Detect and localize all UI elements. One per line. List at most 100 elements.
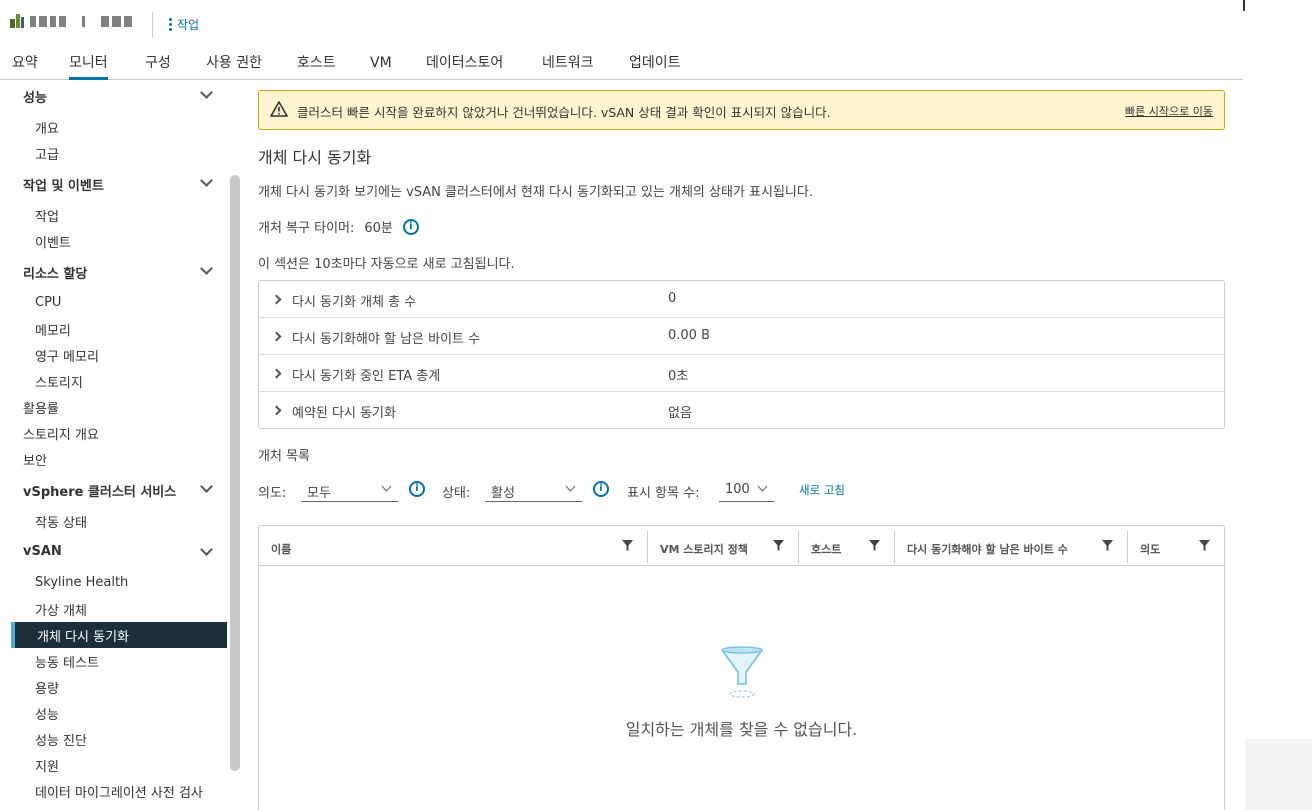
tab-hosts[interactable]: 호스트 bbox=[297, 54, 336, 80]
summary-value: 0초 bbox=[668, 369, 689, 384]
main-content: 클러스터 빠른 시작을 완료하지 않았거나 건너뛰었습니다. vSAN 상태 결… bbox=[243, 81, 1243, 810]
column-host[interactable]: 호스트 bbox=[799, 526, 895, 566]
filter-icon[interactable] bbox=[1102, 540, 1113, 551]
chevron-right-icon bbox=[271, 405, 282, 416]
info-icon[interactable]: i bbox=[409, 481, 425, 497]
chevron-down-icon[interactable] bbox=[200, 543, 213, 556]
sidebar-section-vsan[interactable]: vSAN bbox=[23, 544, 62, 559]
sidebar-item-virtual-objects[interactable]: 가상 개체 bbox=[35, 600, 87, 619]
resync-summary-list: 다시 동기화 개체 총 수 0 다시 동기화해야 할 남은 바이트 수 0.00… bbox=[258, 280, 1225, 429]
chevron-down-icon[interactable] bbox=[200, 480, 213, 493]
info-icon[interactable]: i bbox=[593, 481, 609, 497]
datagrid-header: 이름 VM 스토리지 정책 호스트 다시 동기화해야 할 남은 바이트 수 의도 bbox=[259, 526, 1224, 566]
auto-refresh-note: 이 섹션은 10초마다 자동으로 새로 고침됩니다. bbox=[258, 257, 515, 272]
empty-funnel-icon bbox=[721, 646, 763, 698]
sidebar-section-resource-allocation[interactable]: 리소스 할당 bbox=[23, 263, 87, 282]
go-to-quickstart-link[interactable]: 빠른 시작으로 이동 bbox=[1125, 103, 1213, 119]
sidebar-item-persistent-memory[interactable]: 영구 메모리 bbox=[35, 346, 99, 365]
sidebar-section-performance[interactable]: 성능 bbox=[23, 87, 47, 106]
sidebar-item-utilization[interactable]: 활용률 bbox=[23, 398, 59, 417]
filter-icon[interactable] bbox=[869, 540, 880, 551]
sidebar-item-support[interactable]: 지원 bbox=[35, 756, 59, 775]
column-intent[interactable]: 의도 bbox=[1128, 526, 1224, 566]
header-divider bbox=[152, 12, 153, 38]
column-vm-storage-policy[interactable]: VM 스토리지 정책 bbox=[648, 526, 799, 566]
summary-value: 0.00 B bbox=[668, 328, 710, 343]
sidebar-item-resyncing-objects[interactable]: 개체 다시 동기화 bbox=[11, 622, 227, 648]
timer-value: 60분 bbox=[364, 221, 393, 236]
filter-bar: 의도: 모두 i 상태: 활성 i 표시 항목 수: 100 새로 고침 bbox=[258, 478, 1238, 504]
column-bytes-left[interactable]: 다시 동기화해야 할 남은 바이트 수 bbox=[895, 526, 1128, 566]
empty-message: 일치하는 개체를 찾을 수 없습니다. bbox=[625, 720, 858, 739]
summary-row-scheduled[interactable]: 예약된 다시 동기화 없음 bbox=[259, 392, 1224, 429]
right-panel-corner bbox=[1245, 739, 1312, 810]
object-header: 작업 bbox=[0, 0, 1243, 48]
status-value: 활성 bbox=[491, 486, 515, 501]
tab-monitor[interactable]: 모니터 bbox=[69, 54, 108, 80]
tab-datastores[interactable]: 데이터스토어 bbox=[426, 54, 503, 80]
column-header-label: 이름 bbox=[271, 543, 292, 556]
sidebar-scrollbar[interactable] bbox=[230, 175, 240, 771]
chevron-right-icon bbox=[271, 294, 282, 305]
column-header-label: 의도 bbox=[1140, 543, 1161, 556]
sidebar-item-security[interactable]: 보안 bbox=[23, 450, 47, 469]
chevron-down-icon[interactable] bbox=[200, 86, 213, 99]
summary-label: 다시 동기화 중인 ETA 총계 bbox=[292, 369, 441, 384]
column-header-label: 다시 동기화해야 할 남은 바이트 수 bbox=[907, 543, 1068, 556]
object-list-title: 개처 목록 bbox=[258, 449, 310, 464]
tab-configure[interactable]: 구성 bbox=[145, 54, 171, 80]
actions-label: 작업 bbox=[177, 18, 200, 32]
sidebar-item-storage[interactable]: 스토리지 bbox=[35, 372, 83, 391]
summary-row-eta[interactable]: 다시 동기화 중인 ETA 총계 0초 bbox=[259, 355, 1224, 392]
summary-row-total-objects[interactable]: 다시 동기화 개체 총 수 0 bbox=[259, 281, 1224, 318]
status-select[interactable]: 활성 bbox=[485, 478, 582, 502]
chevron-down-icon[interactable] bbox=[200, 174, 213, 187]
tab-updates[interactable]: 업데이트 bbox=[629, 54, 681, 80]
sidebar-item-storage-overview[interactable]: 스토리지 개요 bbox=[23, 424, 99, 443]
tab-vms[interactable]: VM bbox=[370, 54, 392, 80]
sidebar-item-cpu[interactable]: CPU bbox=[35, 295, 61, 310]
actions-menu-button[interactable]: 작업 bbox=[169, 16, 199, 33]
summary-row-bytes-left[interactable]: 다시 동기화해야 할 남은 바이트 수 0.00 B bbox=[259, 318, 1224, 355]
sidebar-item-proactive-tests[interactable]: 능동 테스트 bbox=[35, 652, 99, 671]
tab-networks[interactable]: 네트워크 bbox=[542, 54, 594, 80]
sidebar-section-vsphere-cluster-services[interactable]: vSphere 클러스터 서비스 bbox=[23, 481, 176, 500]
chevron-down-icon bbox=[757, 481, 768, 492]
tab-summary[interactable]: 요약 bbox=[12, 54, 38, 80]
summary-label: 다시 동기화해야 할 남은 바이트 수 bbox=[292, 332, 481, 347]
page-title: 개체 다시 동기화 bbox=[258, 148, 372, 167]
alert-message: 클러스터 빠른 시작을 완료하지 않았거나 건너뛰었습니다. vSAN 상태 결… bbox=[297, 105, 831, 120]
sidebar-item-overview[interactable]: 개요 bbox=[35, 118, 59, 137]
sidebar-item-health[interactable]: 작동 상태 bbox=[35, 512, 87, 531]
column-header-label: 호스트 bbox=[811, 543, 842, 556]
timer-label: 개처 복구 타이머: bbox=[258, 221, 355, 236]
page-size-value: 100 bbox=[725, 482, 750, 497]
tab-permissions[interactable]: 사용 권한 bbox=[206, 54, 262, 80]
sidebar-item-performance[interactable]: 성능 bbox=[35, 704, 59, 723]
filter-icon[interactable] bbox=[1199, 540, 1210, 551]
info-icon[interactable]: i bbox=[402, 218, 419, 235]
monitor-sidebar: 성능 개요 고급 작업 및 이벤트 작업 이벤트 리소스 할당 CPU 메모리 … bbox=[0, 81, 243, 810]
tab-bar: 요약 모니터 구성 사용 권한 호스트 VM 데이터스토어 네트워크 업데이트 bbox=[0, 48, 1243, 80]
chevron-down-icon[interactable] bbox=[200, 262, 213, 275]
filter-icon[interactable] bbox=[622, 540, 633, 551]
object-name-redacted bbox=[30, 14, 132, 28]
column-name[interactable]: 이름 bbox=[259, 526, 648, 566]
intent-select[interactable]: 모두 bbox=[301, 478, 398, 502]
sidebar-item-performance-diagnostics[interactable]: 성능 진단 bbox=[35, 730, 87, 749]
sidebar-item-memory[interactable]: 메모리 bbox=[35, 320, 71, 339]
sidebar-section-tasks-events[interactable]: 작업 및 이벤트 bbox=[23, 175, 104, 194]
page-size-select[interactable]: 100 bbox=[719, 478, 774, 502]
refresh-button[interactable]: 새로 고침 bbox=[799, 482, 845, 498]
summary-label: 다시 동기화 개체 총 수 bbox=[292, 295, 417, 310]
sidebar-item-skyline-health[interactable]: Skyline Health bbox=[35, 575, 128, 590]
page-description: 개체 다시 동기화 보기에는 vSAN 클러스터에서 현재 다시 동기화되고 있… bbox=[258, 185, 813, 200]
sidebar-item-label: 개체 다시 동기화 bbox=[37, 630, 129, 645]
sidebar-item-data-migration-precheck[interactable]: 데이터 마이그레이션 사전 검사 bbox=[35, 782, 203, 801]
sidebar-item-events[interactable]: 이벤트 bbox=[35, 232, 71, 251]
objects-datagrid: 이름 VM 스토리지 정책 호스트 다시 동기화해야 할 남은 바이트 수 의도 bbox=[258, 525, 1225, 810]
sidebar-item-tasks[interactable]: 작업 bbox=[35, 206, 59, 225]
sidebar-item-advanced[interactable]: 고급 bbox=[35, 144, 59, 163]
filter-icon[interactable] bbox=[773, 540, 784, 551]
sidebar-item-capacity[interactable]: 용량 bbox=[35, 678, 59, 697]
